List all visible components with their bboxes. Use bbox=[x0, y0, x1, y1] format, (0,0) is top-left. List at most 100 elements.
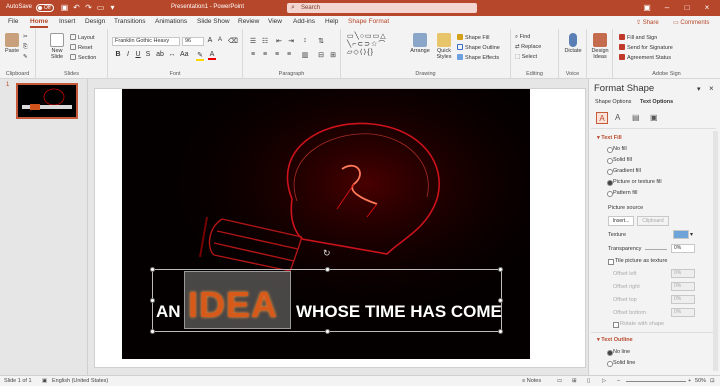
line-spacing-icon[interactable]: ↕ bbox=[301, 37, 309, 44]
radio-picture-fill[interactable]: Picture or texture fill bbox=[607, 179, 662, 186]
decrease-font-icon[interactable]: A bbox=[216, 37, 224, 43]
slideshow-icon[interactable]: ▭ bbox=[96, 3, 105, 12]
share-button[interactable]: ⇪ Share bbox=[633, 18, 662, 28]
strikethrough-button[interactable]: S bbox=[144, 51, 152, 58]
agreement-status-button[interactable]: Agreement Status bbox=[619, 54, 671, 61]
select-button[interactable]: ⬚ Select bbox=[515, 54, 537, 60]
slideshow-view-icon[interactable]: ▷ bbox=[602, 378, 606, 384]
offset-right-value[interactable]: 0% bbox=[671, 282, 695, 291]
tab-text-options[interactable]: Text Options bbox=[640, 99, 673, 105]
clipboard-button[interactable]: Clipboard bbox=[637, 216, 669, 226]
slide-thumbnail[interactable] bbox=[16, 83, 78, 119]
radio-no-fill[interactable]: No fill bbox=[607, 146, 627, 153]
text-effects-icon[interactable]: A bbox=[615, 113, 620, 122]
text-direction-icon[interactable]: ⇅ bbox=[317, 37, 325, 45]
text-fill-heading[interactable]: ▾ Text Fill bbox=[597, 135, 622, 141]
textbox-icon[interactable]: ▤ bbox=[632, 113, 640, 122]
tab-transitions[interactable]: Transitions bbox=[114, 18, 146, 25]
comments-button[interactable]: ▭ Comments bbox=[670, 18, 712, 28]
zoom-level[interactable]: 50% bbox=[695, 378, 706, 384]
resize-handle-b[interactable] bbox=[325, 329, 330, 334]
shapes-gallery[interactable]: ▭╲○▭▭△ ╲⌐⊂⊃☆⌒ ▱◇⟨⟩{} bbox=[347, 33, 405, 65]
texture-picker[interactable] bbox=[673, 230, 689, 239]
shape-fill-button[interactable]: Shape Fill bbox=[457, 34, 489, 41]
shape-effects-button[interactable]: Shape Effects bbox=[457, 54, 499, 61]
search-input[interactable]: ⌕ Search bbox=[287, 3, 477, 13]
picture-icon[interactable]: ▣ bbox=[650, 113, 658, 122]
tab-insert[interactable]: Insert bbox=[59, 18, 75, 25]
pane-close-icon[interactable]: × bbox=[709, 84, 714, 93]
radio-no-line[interactable]: No line bbox=[607, 349, 630, 356]
underline-button[interactable]: U bbox=[134, 51, 142, 58]
tab-slide-show[interactable]: Slide Show bbox=[197, 18, 230, 25]
save-icon[interactable]: ▣ bbox=[60, 3, 69, 12]
rotate-with-shape-checkbox[interactable]: Rotate with shape bbox=[613, 321, 664, 328]
tab-review[interactable]: Review bbox=[238, 18, 259, 25]
ribbon-options-icon[interactable]: ▣ bbox=[640, 2, 654, 14]
tab-add-ins[interactable]: Add-ins bbox=[293, 18, 315, 25]
transparency-value[interactable]: 0% bbox=[671, 244, 695, 253]
smartart-icon[interactable]: ⊞ bbox=[329, 51, 337, 59]
italic-button[interactable]: I bbox=[124, 51, 132, 58]
quick-styles-button[interactable]: Quick Styles bbox=[433, 33, 455, 60]
resize-handle-l[interactable] bbox=[150, 298, 155, 303]
close-button[interactable]: × bbox=[700, 2, 714, 14]
design-ideas-button[interactable]: Design Ideas bbox=[589, 33, 611, 60]
pane-scrollbar[interactable] bbox=[713, 131, 718, 371]
fill-and-sign-button[interactable]: Fill and Sign bbox=[619, 34, 657, 41]
rotate-handle-icon[interactable]: ↻ bbox=[323, 249, 332, 258]
language-indicator[interactable]: English (United States) bbox=[52, 378, 108, 384]
zoom-slider[interactable] bbox=[626, 381, 686, 382]
tab-shape-format[interactable]: Shape Format bbox=[348, 18, 389, 25]
text-fill-outline-icon[interactable]: A bbox=[596, 112, 608, 124]
shape-outline-button[interactable]: Shape Outline bbox=[457, 44, 500, 51]
align-text-icon[interactable]: ⊟ bbox=[317, 51, 325, 59]
zoom-out-icon[interactable]: – bbox=[617, 378, 620, 384]
tab-shape-options[interactable]: Shape Options bbox=[595, 99, 631, 105]
texture-dropdown-icon[interactable]: ▾ bbox=[690, 231, 693, 238]
align-center-icon[interactable]: ≡ bbox=[261, 51, 269, 58]
dictate-button[interactable]: Dictate bbox=[562, 33, 584, 54]
find-button[interactable]: ⌕ Find bbox=[515, 34, 530, 41]
bullets-icon[interactable]: ☰ bbox=[249, 37, 257, 45]
char-spacing-icon[interactable]: ↔ bbox=[168, 51, 176, 58]
zoom-in-icon[interactable]: + bbox=[688, 378, 691, 384]
insert-picture-button[interactable]: Insert... bbox=[608, 216, 634, 226]
columns-icon[interactable]: ▥ bbox=[301, 51, 309, 59]
offset-bottom-value[interactable]: 0% bbox=[671, 308, 695, 317]
arrange-button[interactable]: Arrange bbox=[409, 33, 431, 54]
decrease-indent-icon[interactable]: ⇤ bbox=[275, 37, 283, 45]
replace-button[interactable]: ⇄ Replace bbox=[515, 44, 541, 50]
radio-solid-fill[interactable]: Solid fill bbox=[607, 157, 632, 164]
copy-icon[interactable]: ⎘ bbox=[23, 44, 27, 51]
send-for-signature-button[interactable]: Send for Signature bbox=[619, 44, 673, 51]
resize-handle-tl[interactable] bbox=[150, 267, 155, 272]
offset-left-value[interactable]: 0% bbox=[671, 269, 695, 278]
spell-check-icon[interactable]: ▣ bbox=[42, 378, 47, 384]
section-button[interactable]: Section bbox=[70, 54, 96, 61]
slide[interactable]: AN IDEA WHOSE TIME HAS COME ↻ bbox=[122, 89, 530, 359]
align-right-icon[interactable]: ≡ bbox=[273, 51, 281, 58]
reading-view-icon[interactable]: ▯ bbox=[587, 378, 590, 384]
new-slide-button[interactable]: New Slide bbox=[48, 33, 66, 60]
increase-font-icon[interactable]: A bbox=[206, 37, 214, 44]
clear-format-icon[interactable]: ⌫ bbox=[228, 37, 238, 45]
resize-handle-bl[interactable] bbox=[150, 329, 155, 334]
resize-handle-br[interactable] bbox=[498, 329, 503, 334]
notes-button[interactable]: ≡ Notes bbox=[522, 378, 541, 384]
transparency-slider[interactable] bbox=[645, 249, 667, 250]
numbering-icon[interactable]: ☷ bbox=[261, 37, 269, 45]
tab-home[interactable]: Home bbox=[30, 18, 49, 28]
undo-icon[interactable]: ↶ bbox=[72, 3, 81, 12]
tab-animations[interactable]: Animations bbox=[155, 18, 187, 25]
offset-top-value[interactable]: 0% bbox=[671, 295, 695, 304]
radio-solid-line[interactable]: Solid line bbox=[607, 360, 635, 367]
slide-sorter-icon[interactable]: ⊞ bbox=[572, 378, 577, 384]
change-case-icon[interactable]: Aa bbox=[180, 51, 189, 58]
format-painter-icon[interactable]: ✎ bbox=[23, 54, 28, 60]
bold-button[interactable]: B bbox=[114, 51, 122, 58]
radio-gradient-fill[interactable]: Gradient fill bbox=[607, 168, 641, 175]
resize-handle-r[interactable] bbox=[498, 298, 503, 303]
text-outline-heading[interactable]: ▾ Text Outline bbox=[597, 337, 633, 343]
paste-button[interactable]: Paste bbox=[4, 33, 20, 54]
